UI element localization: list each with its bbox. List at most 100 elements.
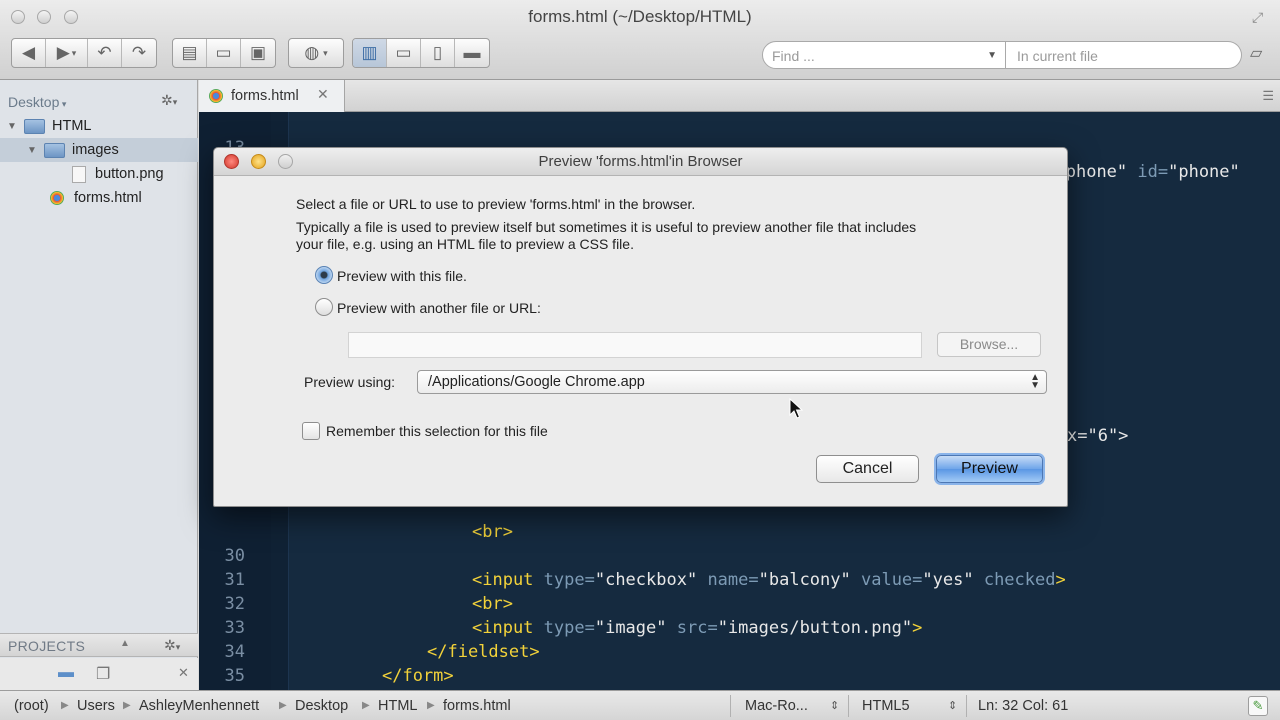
html-file-icon bbox=[50, 191, 64, 205]
sidebar-gear-icon[interactable]: ✲▾ bbox=[161, 92, 177, 109]
html-file-icon bbox=[209, 89, 223, 103]
disclosure-triangle-icon[interactable]: ▼ bbox=[26, 145, 38, 156]
browser-preview-control: ◍ ▾ bbox=[288, 38, 344, 68]
cancel-button[interactable]: Cancel bbox=[816, 455, 919, 483]
breadcrumb-separator-icon: ▶ bbox=[61, 700, 69, 711]
close-tab-icon[interactable]: ✕ bbox=[317, 86, 329, 103]
undo-icon[interactable]: ↶ bbox=[88, 39, 122, 67]
sidebar-bottom-bar: ▬ ❐ ✕ bbox=[0, 658, 198, 690]
document-tab-bar: forms.html ✕ ☰ bbox=[199, 80, 1280, 112]
breadcrumb-item[interactable]: Desktop bbox=[295, 698, 348, 714]
back-arrow-icon[interactable]: ◀ bbox=[12, 39, 46, 67]
folder-icon[interactable]: ▬ bbox=[58, 664, 74, 682]
tree-item-html-folder[interactable]: ▼ HTML bbox=[0, 114, 198, 138]
layout-controls: ▥ ▭ ▯ ▬ bbox=[352, 38, 490, 68]
find-input[interactable]: Find ... ▼ bbox=[762, 41, 1006, 69]
select-arrows-icon: ▲ ▼ bbox=[1030, 372, 1040, 391]
breadcrumb-item[interactable]: forms.html bbox=[443, 698, 511, 714]
find-options-chevron-icon[interactable]: ▼ bbox=[987, 50, 997, 61]
tree-item-label: button.png bbox=[95, 166, 164, 182]
browse-button[interactable]: Browse... bbox=[937, 332, 1041, 357]
projects-section-header[interactable]: PROJECTS ▲ ✲▾ bbox=[0, 633, 198, 657]
location-selector[interactable]: Desktop ▾ bbox=[8, 94, 66, 110]
documents-icon[interactable]: ❐ bbox=[96, 664, 110, 684]
dialog-explain-text: Typically a file is used to preview itse… bbox=[296, 219, 917, 235]
forward-arrow-icon[interactable]: ▶ ▾ bbox=[46, 39, 88, 67]
location-label: Desktop bbox=[8, 94, 60, 110]
toggle-right-panel-icon[interactable]: ▯ bbox=[421, 39, 455, 67]
toggle-bottom-panel-icon[interactable]: ▭ bbox=[387, 39, 421, 67]
new-file-icon[interactable]: ▤ bbox=[173, 39, 207, 67]
line-endings-selector[interactable]: Mac-Ro... bbox=[745, 698, 808, 714]
dialog-intro-text: Select a file or URL to use to preview '… bbox=[296, 196, 696, 212]
globe-preview-icon[interactable]: ◍ ▾ bbox=[289, 39, 343, 67]
stepper-arrows-icon[interactable]: ⇕ bbox=[948, 699, 957, 712]
code-line: 32 <input type="image" src="images/butto… bbox=[199, 568, 1280, 638]
file-controls: ▤ ▭ ▣ bbox=[172, 38, 276, 68]
save-icon[interactable]: ▣ bbox=[241, 39, 275, 67]
find-placeholder: Find ... bbox=[772, 48, 815, 64]
browser-select-value: /Applications/Google Chrome.app bbox=[428, 374, 645, 390]
fullscreen-icon[interactable]: ⤢ bbox=[1252, 9, 1270, 27]
mouse-pointer-icon bbox=[789, 398, 803, 419]
code-line: 31 <br> bbox=[199, 544, 1280, 614]
breadcrumb-item[interactable]: Users bbox=[77, 698, 115, 714]
open-folder-icon[interactable]: ▭ bbox=[207, 39, 241, 67]
projects-label: PROJECTS bbox=[8, 638, 86, 654]
radio-label[interactable]: Preview with this file. bbox=[337, 268, 467, 285]
image-file-icon bbox=[72, 165, 86, 183]
folder-icon bbox=[44, 142, 65, 158]
redo-icon[interactable]: ↷ bbox=[122, 39, 156, 67]
find-scope-input[interactable]: In current file bbox=[1006, 41, 1242, 69]
stepper-arrows-icon[interactable]: ⇕ bbox=[830, 699, 839, 712]
other-file-url-input[interactable] bbox=[348, 332, 922, 358]
tree-item-images-folder[interactable]: ▼ images bbox=[0, 138, 198, 162]
breadcrumb-separator-icon: ▶ bbox=[123, 700, 131, 711]
code-line: 36 </html> bbox=[199, 664, 1280, 688]
toggle-left-panel-icon[interactable]: ▥ bbox=[353, 39, 387, 67]
code-token: id= bbox=[1137, 162, 1169, 182]
checkbox-label[interactable]: Remember this selection for this file bbox=[326, 423, 548, 440]
breadcrumb-separator-icon: ▶ bbox=[279, 700, 287, 711]
find-scope-placeholder: In current file bbox=[1017, 48, 1098, 64]
tab-forms-html[interactable]: forms.html ✕ bbox=[199, 80, 345, 112]
breadcrumb-separator-icon: ▶ bbox=[362, 700, 370, 711]
syntax-mode-selector[interactable]: HTML5 bbox=[862, 698, 910, 714]
breadcrumb-item[interactable]: HTML bbox=[378, 698, 417, 714]
remember-selection-checkbox[interactable] bbox=[302, 422, 320, 440]
divider bbox=[730, 695, 731, 717]
dialog-title: Preview 'forms.html'in Browser bbox=[538, 153, 743, 170]
tree-item-label: HTML bbox=[52, 118, 92, 134]
code-fragment: x="6"> bbox=[1067, 426, 1129, 446]
code-line: 13 <label for="phone">Phone: </label><in… bbox=[199, 112, 1280, 182]
window-toolbar: forms.html (~/Desktop/HTML) ⤢ ◀ ▶ ▾ ↶ ↷ ▤… bbox=[0, 0, 1280, 80]
open-folder-icon[interactable]: ▱ bbox=[1250, 43, 1274, 65]
breadcrumb-item[interactable]: AshleyMenhennett bbox=[139, 698, 259, 714]
edit-check-icon[interactable]: ✎ bbox=[1248, 696, 1268, 716]
breadcrumb-item[interactable]: (root) bbox=[14, 698, 49, 714]
browser-select[interactable]: /Applications/Google Chrome.app ▲ ▼ bbox=[417, 370, 1047, 394]
divider bbox=[966, 695, 967, 717]
dialog-explain-text: your file, e.g. using an HTML file to pr… bbox=[296, 236, 634, 252]
preview-with-other-file-radio[interactable] bbox=[315, 298, 333, 316]
tree-item-label: forms.html bbox=[74, 190, 142, 206]
code-token: "phone" bbox=[1168, 162, 1240, 182]
toggle-toolbar-icon[interactable]: ▬ bbox=[455, 39, 489, 67]
code-line: 30 <input type="checkbox" name="balcony"… bbox=[199, 520, 1280, 590]
projects-gear-icon[interactable]: ✲▾ bbox=[164, 637, 180, 654]
preview-button[interactable]: Preview bbox=[936, 455, 1043, 483]
preview-in-browser-dialog: Preview 'forms.html'in Browser Select a … bbox=[213, 147, 1068, 507]
tree-item-button-png[interactable]: button.png bbox=[0, 162, 198, 186]
collapse-arrow-icon[interactable]: ▲ bbox=[120, 638, 130, 649]
dialog-titlebar: Preview 'forms.html'in Browser bbox=[214, 148, 1067, 176]
disclosure-triangle-icon[interactable]: ▼ bbox=[6, 121, 18, 132]
tree-item-forms-html[interactable]: forms.html bbox=[0, 186, 198, 210]
preview-using-label: Preview using: bbox=[304, 374, 396, 390]
history-controls: ◀ ▶ ▾ ↶ ↷ bbox=[11, 38, 157, 68]
close-icon[interactable]: ✕ bbox=[178, 665, 189, 681]
radio-label[interactable]: Preview with another file or URL: bbox=[337, 300, 541, 317]
tab-menu-icon[interactable]: ☰ bbox=[1262, 88, 1274, 104]
preview-with-this-file-radio[interactable] bbox=[315, 266, 333, 284]
divider bbox=[848, 695, 849, 717]
status-bar: (root) ▶ Users ▶ AshleyMenhennett ▶ Desk… bbox=[0, 690, 1280, 720]
